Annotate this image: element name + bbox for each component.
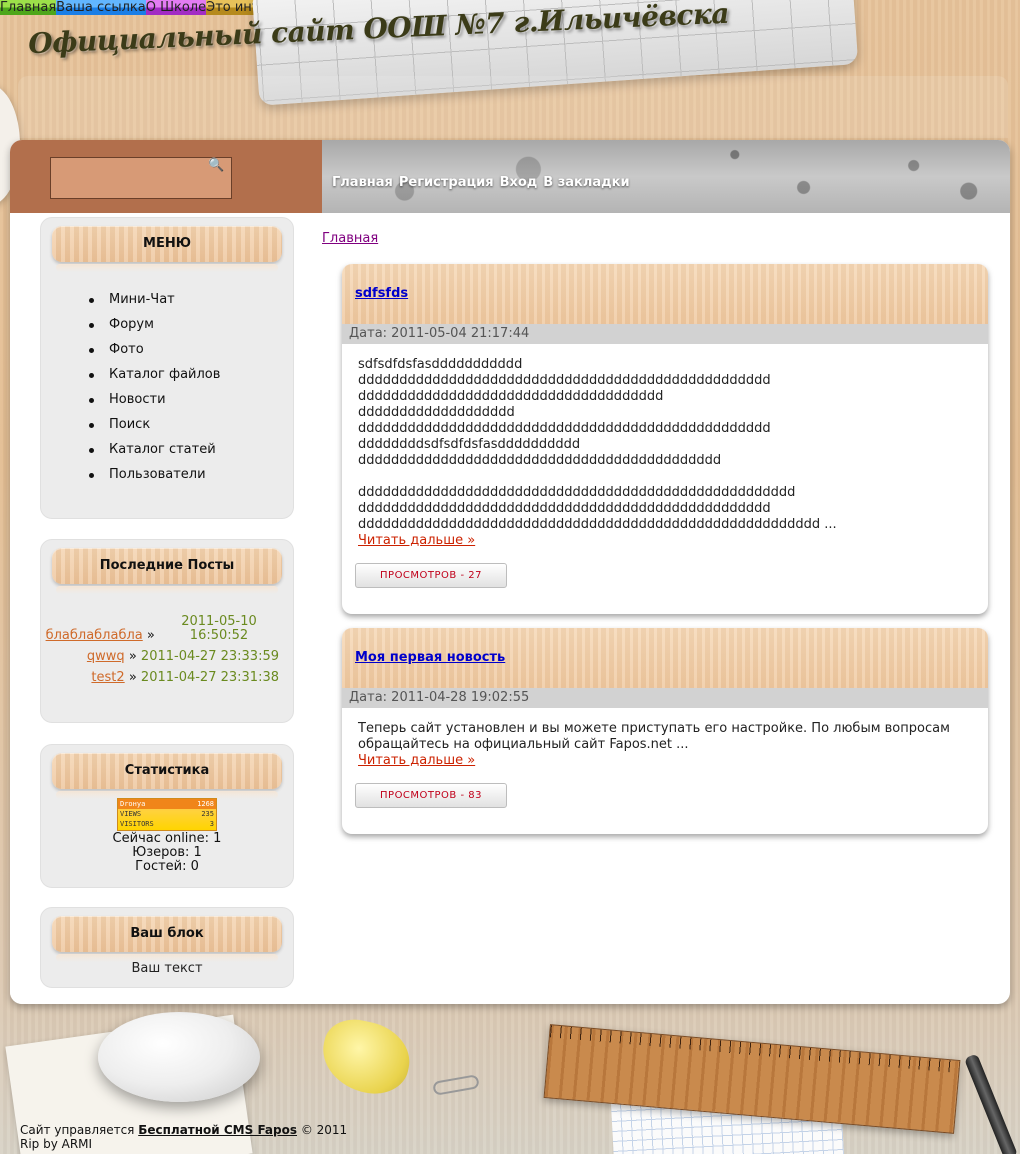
recent-post-link[interactable]: qwwq [87, 649, 125, 664]
views-button[interactable]: ПРОСМОТРОВ - 83 [355, 783, 507, 808]
search-icon[interactable]: 🔍 [208, 158, 224, 174]
stats-title: Статистика [52, 753, 282, 799]
views-button[interactable]: ПРОСМОТРОВ - 27 [355, 563, 507, 588]
cms-link[interactable]: Бесплатной CMS Fapos [138, 1123, 297, 1137]
recent-post-date: 2011-05-10 16:50:52 [181, 614, 257, 643]
post-date: Дата: 2011-05-04 21:17:44 [342, 324, 988, 344]
menu-item-news[interactable]: Новости [89, 392, 220, 417]
stats-text: Сейчас online: 1 Юзеров: 1 Гостей: 0 [41, 832, 293, 874]
recent-post-item: test2 » 2011-04-27 23:31:38 [91, 670, 279, 685]
search-input[interactable] [50, 157, 232, 199]
stats-guests: Гостей: 0 [135, 859, 199, 874]
your-block-text: Ваш текст [131, 961, 203, 976]
menu-item-files[interactable]: Каталог файлов [89, 367, 220, 392]
recent-post-link[interactable]: test2 [91, 670, 124, 685]
news-post: Моя первая новость Дата: 2011-04-28 19:0… [342, 628, 988, 834]
your-block-title: Ваш блок [52, 916, 282, 962]
menu-item-articles[interactable]: Каталог статей [89, 442, 220, 467]
usernav-bookmarks-link[interactable]: В закладки [543, 175, 629, 190]
recent-post-item: qwwq » 2011-04-27 23:33:59 [86, 649, 279, 664]
usernav-login-link[interactable]: Вход [500, 175, 538, 190]
post-body: sdfsdfdsfasddddddddddd ddddddddddddddddd… [358, 357, 837, 548]
crumpled-paper-image [315, 1013, 417, 1101]
topnav-strip [18, 76, 1008, 138]
read-more-link[interactable]: Читать дальше » [358, 533, 475, 548]
topnav-button-2[interactable]: О Школе [145, 0, 207, 15]
recent-post-date: 2011-04-27 23:31:38 [140, 670, 279, 685]
menu-list: Мини-Чат Форум Фото Каталог файлов Новос… [89, 292, 220, 492]
menu-block: МЕНЮ Мини-Чат Форум Фото Каталог файлов … [40, 217, 294, 519]
user-nav: Главная Регистрация Вход В закладки [332, 175, 630, 190]
visit-counter[interactable]: Drонуа 1268 VIEWS 235 VISITORS 3 [117, 798, 217, 831]
menu-item-photo[interactable]: Фото [89, 342, 220, 367]
recent-post-link[interactable]: блаблаблабла [46, 628, 143, 643]
news-post: sdfsfds Дата: 2011-05-04 21:17:44 sdfsdf… [342, 264, 988, 614]
mouse-image [98, 1012, 260, 1102]
recent-posts-block: Последние Посты блаблаблабла » 2011-05-1… [40, 539, 294, 723]
footer: Сайт управляется Бесплатной CMS Fapos © … [20, 1123, 348, 1151]
read-more-link[interactable]: Читать дальше » [358, 753, 475, 768]
footer-rip: Rip by ARMI [20, 1137, 93, 1151]
post-title[interactable]: Моя первая новость [355, 650, 505, 665]
recent-posts-list: блаблаблабла » 2011-05-10 16:50:52 qwwq … [46, 615, 279, 692]
post-title[interactable]: sdfsfds [355, 286, 408, 301]
stats-users: Юзеров: 1 [132, 845, 202, 860]
menu-item-users[interactable]: Пользователи [89, 467, 220, 492]
post-date: Дата: 2011-04-28 19:02:55 [342, 688, 988, 708]
post-header [342, 264, 988, 324]
recent-post-date: 2011-04-27 23:33:59 [140, 649, 279, 664]
topnav-button-1[interactable]: Ваша ссылка [56, 0, 146, 15]
menu-item-search[interactable]: Поиск [89, 417, 220, 442]
usernav-register-link[interactable]: Регистрация [399, 175, 494, 190]
breadcrumb[interactable]: Главная [322, 231, 378, 246]
paperclip-image [432, 1074, 480, 1096]
recent-posts-title: Последние Посты [52, 548, 282, 594]
menu-item-minichat[interactable]: Мини-Чат [89, 292, 220, 317]
pen-image [963, 1053, 1019, 1154]
your-block: Ваш блок Ваш текст [40, 907, 294, 988]
recent-post-item: блаблаблабла » 2011-05-10 16:50:52 [46, 615, 279, 643]
topnav-button-0[interactable]: Главная [0, 0, 57, 15]
menu-item-forum[interactable]: Форум [89, 317, 220, 342]
menu-block-title: МЕНЮ [52, 226, 282, 272]
usernav-home-link[interactable]: Главная [332, 175, 393, 190]
stats-block: Статистика Drонуа 1268 VIEWS 235 VISITORS 3… [40, 744, 294, 888]
post-body: Теперь сайт установлен и вы можете прист… [358, 721, 950, 768]
stats-online: Сейчас online: 1 [112, 831, 222, 846]
